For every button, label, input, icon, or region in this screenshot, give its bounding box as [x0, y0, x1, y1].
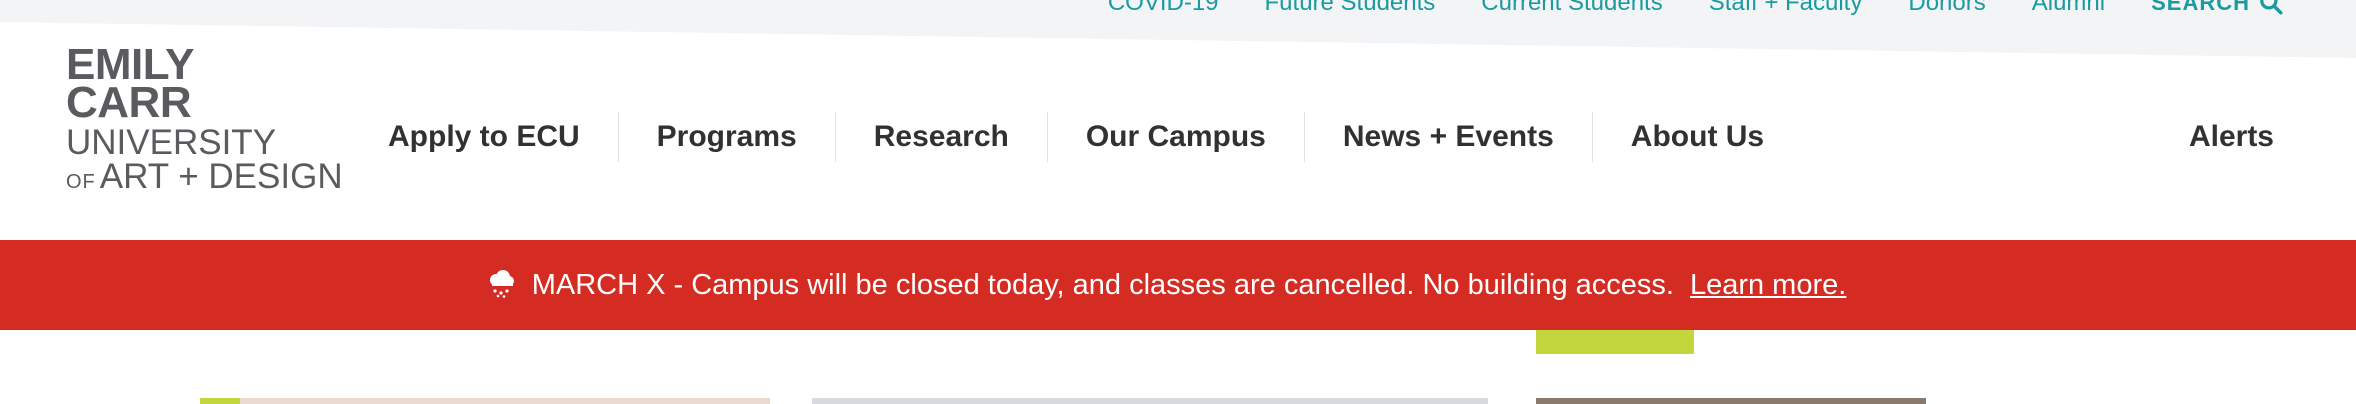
lime-accent-tab [1536, 330, 1694, 354]
image-strip-2 [240, 398, 770, 404]
utility-link-current-students[interactable]: Current Students [1481, 0, 1662, 16]
utility-link-staff-faculty[interactable]: Staff + Faculty [1709, 0, 1863, 16]
logo-of: OF [66, 171, 96, 193]
utility-link-future-students[interactable]: Future Students [1265, 0, 1436, 16]
utility-link-covid[interactable]: COVID-19 [1108, 0, 1219, 16]
search-label: SEARCH [2151, 0, 2250, 15]
utility-nav: COVID-19 Future Students Current Student… [1108, 0, 2284, 16]
nav-news-events[interactable]: News + Events [1303, 112, 1592, 162]
search-button[interactable]: SEARCH [2151, 0, 2284, 16]
nav-research[interactable]: Research [834, 112, 1047, 162]
search-icon [2260, 0, 2283, 15]
nav-apply[interactable]: Apply to ECU [362, 112, 618, 162]
main-nav: Apply to ECU Programs Research Our Campu… [362, 112, 1802, 162]
logo-art-design-text: ART + DESIGN [99, 157, 343, 196]
alert-banner: MARCH X - Campus will be closed today, a… [0, 240, 2356, 330]
snow-cloud-icon [489, 270, 514, 298]
university-logo[interactable]: EMILY CARR UNIVERSITY OF ART + DESIGN [66, 43, 343, 199]
logo-line-carr: CARR [66, 78, 192, 127]
nav-our-campus[interactable]: Our Campus [1046, 112, 1304, 162]
logo-line-art-design: OF ART + DESIGN [66, 159, 343, 199]
utility-link-donors[interactable]: Donors [1908, 0, 1985, 16]
image-strip-1 [200, 398, 240, 404]
learn-more-link[interactable]: Learn more. [1690, 269, 1846, 302]
logo-line-university: UNIVERSITY [66, 123, 277, 162]
alerts-link[interactable]: Alerts [2189, 112, 2274, 162]
nav-programs[interactable]: Programs [617, 112, 835, 162]
page: COVID-19 Future Students Current Student… [0, 0, 2356, 404]
image-strip-3 [812, 398, 1488, 404]
image-strip-4 [1536, 398, 1926, 404]
nav-about-us[interactable]: About Us [1591, 112, 1802, 162]
alert-message: MARCH X - Campus will be closed today, a… [531, 268, 1674, 301]
utility-link-alumni[interactable]: Alumni [2032, 0, 2105, 16]
